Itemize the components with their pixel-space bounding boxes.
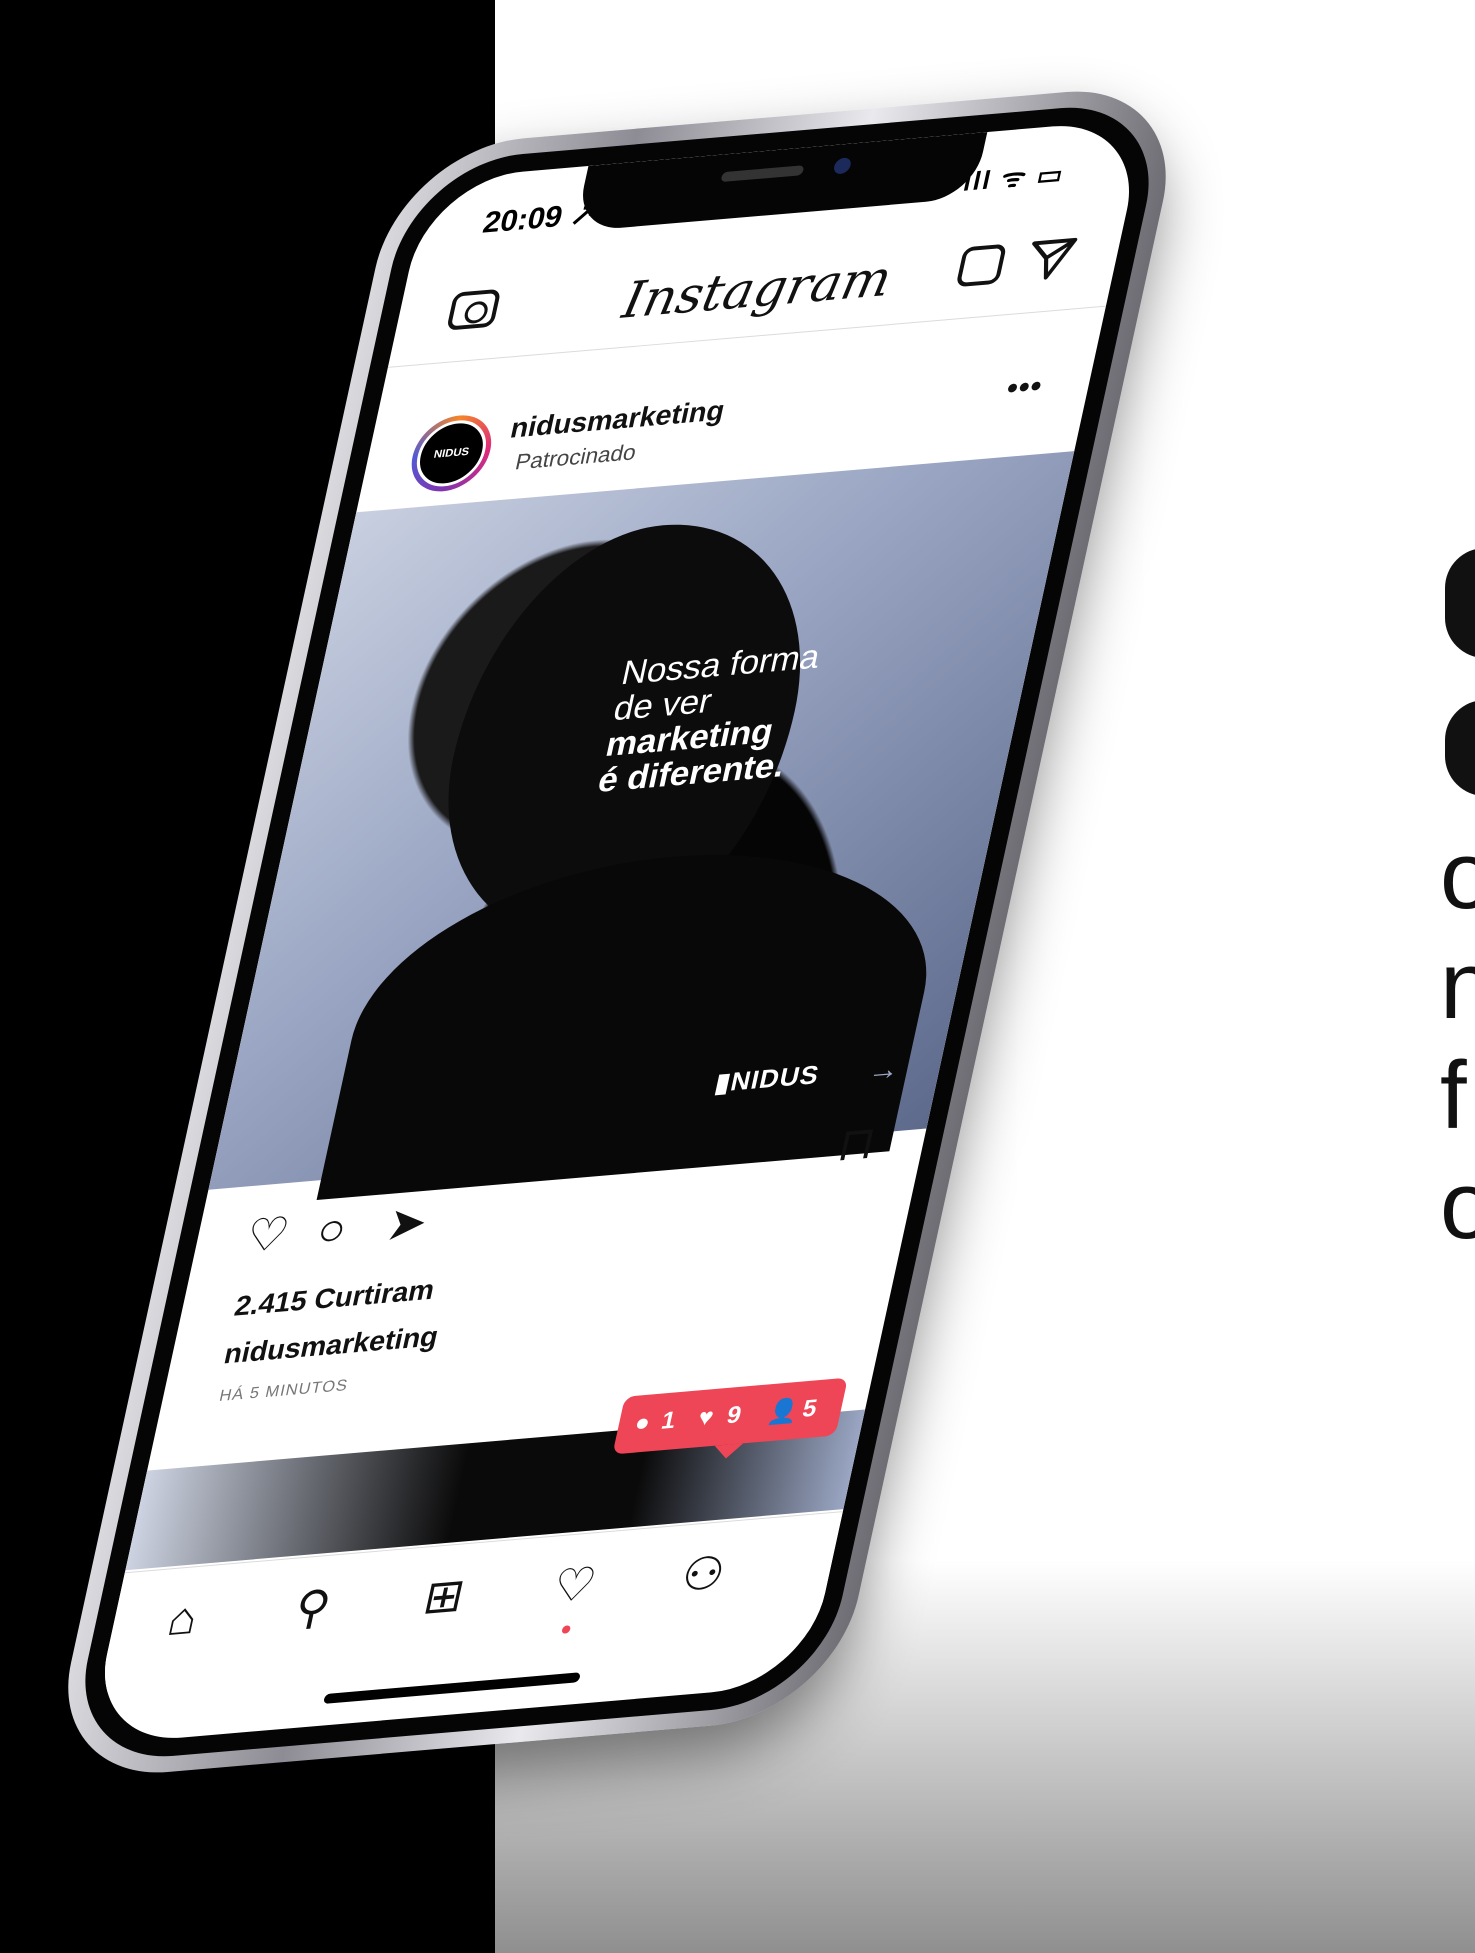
home-icon[interactable]: ⌂ [163,1591,203,1645]
caption-username[interactable]: nidusmarketing [221,1320,441,1370]
instagram-logo: Instagram [617,249,897,330]
cropped-heading-glyph-1 [1445,548,1475,658]
search-icon[interactable]: ⚲ [290,1580,336,1635]
status-time: 20:09 ↗ [479,197,600,240]
cropped-text-fragment-4: o [1440,1152,1475,1259]
cropped-text-fragment-3: f [1440,1042,1467,1149]
profile-icon[interactable]: ⚇ [677,1546,730,1601]
avatar[interactable]: NIDUS [404,412,499,495]
post-timestamp: HÁ 5 MINUTOS [217,1377,350,1406]
comment-count-icon: ● [632,1408,653,1438]
comment-icon[interactable]: ○ [312,1202,352,1256]
more-options-icon[interactable]: ••• [1003,369,1045,406]
front-camera [832,157,853,175]
share-icon[interactable]: ➤ [382,1195,433,1250]
home-indicator[interactable] [323,1672,581,1704]
cropped-text-fragment-1: o [1440,822,1475,929]
add-post-icon[interactable]: ⊞ [419,1568,470,1623]
cropped-text-fragment-2: n [1440,932,1475,1039]
avatar-logo: NIDUS [410,417,493,490]
sponsored-label: Patrocinado [513,439,639,475]
like-count[interactable]: 2.415 Curtiram [232,1274,438,1323]
notification-like-count: 9 [724,1401,744,1430]
cropped-heading-glyph-2 [1445,700,1475,796]
heart-icon[interactable]: ♡ [241,1207,294,1262]
like-count-icon: ♥ [695,1403,717,1432]
speaker [720,165,805,183]
follower-count-icon: 👤 [764,1397,802,1427]
activity-indicator-dot [561,1625,572,1634]
follower-count: 5 [799,1394,820,1423]
activity-heart-icon[interactable]: ♡ [548,1557,601,1612]
comment-count: 1 [658,1406,679,1435]
post-username[interactable]: nidusmarketing [508,395,728,445]
post-headline: Nossa forma de ver marketing é diferente… [595,638,824,800]
